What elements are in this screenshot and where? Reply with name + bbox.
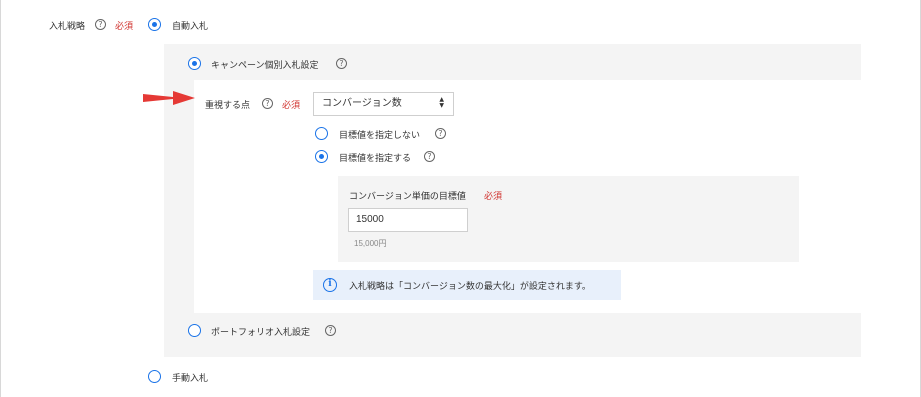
target-value-required-badge: 必須 — [484, 192, 503, 202]
manual-bid-radio[interactable] — [148, 370, 161, 383]
target-value-input[interactable]: 15000 — [348, 208, 468, 232]
campaign-setting-label[interactable]: キャンペーン個別入札設定 — [211, 58, 319, 71]
bid-strategy-required-badge: 必須 — [115, 22, 134, 32]
auto-bid-label[interactable]: 自動入札 — [172, 19, 208, 32]
info-text: 入札戦略は「コンバージョン数の最大化」が設定されます。 — [349, 282, 591, 292]
target-on-help-icon[interactable]: ? — [424, 151, 435, 162]
portfolio-setting-help-icon[interactable]: ? — [325, 325, 336, 336]
page-frame: 入札戦略 ? 必須 自動入札 キャンペーン個別入札設定 ? 重視する点 ? 必須… — [0, 0, 921, 397]
target-on-label[interactable]: 目標値を指定する — [339, 151, 411, 164]
bid-strategy-label: 入札戦略 — [49, 22, 86, 32]
target-value-formatted: 15,000円 — [354, 239, 387, 248]
target-value-label: コンバージョン単価の目標値 — [349, 192, 466, 202]
target-off-label[interactable]: 目標値を指定しない — [339, 128, 420, 141]
focus-required-badge: 必須 — [282, 101, 301, 111]
bid-strategy-help-icon[interactable]: ? — [95, 19, 106, 30]
campaign-setting-help-icon[interactable]: ? — [336, 58, 347, 69]
portfolio-setting-label[interactable]: ポートフォリオ入札設定 — [211, 325, 310, 338]
focus-select[interactable]: コンバージョン数 ▲ ▼ — [313, 92, 454, 116]
up-down-arrows-icon: ▲ ▼ — [439, 96, 444, 109]
info-box: i 入札戦略は「コンバージョン数の最大化」が設定されます。 — [313, 270, 621, 300]
focus-help-icon[interactable]: ? — [262, 98, 273, 109]
focus-label: 重視する点 — [205, 101, 251, 111]
annotation-arrow-icon — [143, 91, 195, 105]
info-icon: i — [323, 278, 337, 292]
portfolio-setting-radio[interactable] — [188, 324, 201, 337]
target-off-help-icon[interactable]: ? — [435, 128, 446, 139]
target-on-radio[interactable] — [315, 150, 328, 163]
annotation-arrow-shape — [143, 91, 195, 105]
auto-bid-radio[interactable] — [148, 18, 161, 31]
target-off-radio[interactable] — [315, 127, 328, 140]
manual-bid-label[interactable]: 手動入札 — [172, 371, 208, 384]
campaign-setting-radio[interactable] — [188, 57, 201, 70]
focus-select-value: コンバージョン数 — [322, 98, 402, 109]
